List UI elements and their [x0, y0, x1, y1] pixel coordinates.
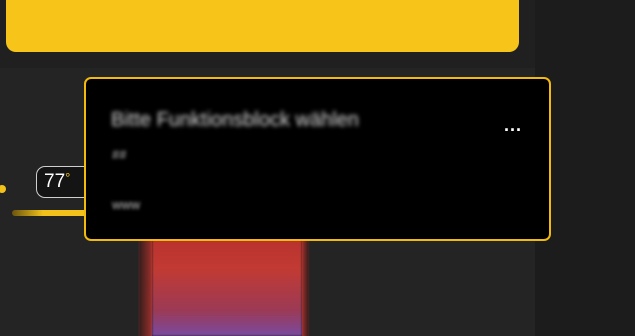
light-column-glow-left [138, 232, 152, 336]
temperature-slider-track[interactable] [12, 210, 90, 216]
tooltip-title: Bitte Funktionsblock wählen [111, 109, 359, 131]
light-column-glow-right [302, 232, 310, 336]
light-color-column[interactable] [152, 232, 302, 336]
tooltip-ellipsis: ... [504, 115, 523, 135]
yellow-header-card[interactable] [6, 0, 519, 52]
tooltip-line-2: www [112, 197, 141, 212]
temperature-value: 77 [44, 171, 66, 192]
app-canvas: 77° Bitte Funktionsblock wählen ... ## w… [0, 0, 635, 336]
temperature-unit: ° [65, 170, 71, 185]
function-block-tooltip[interactable]: Bitte Funktionsblock wählen ... ## www [84, 77, 551, 241]
tooltip-line-1: ## [112, 147, 127, 162]
